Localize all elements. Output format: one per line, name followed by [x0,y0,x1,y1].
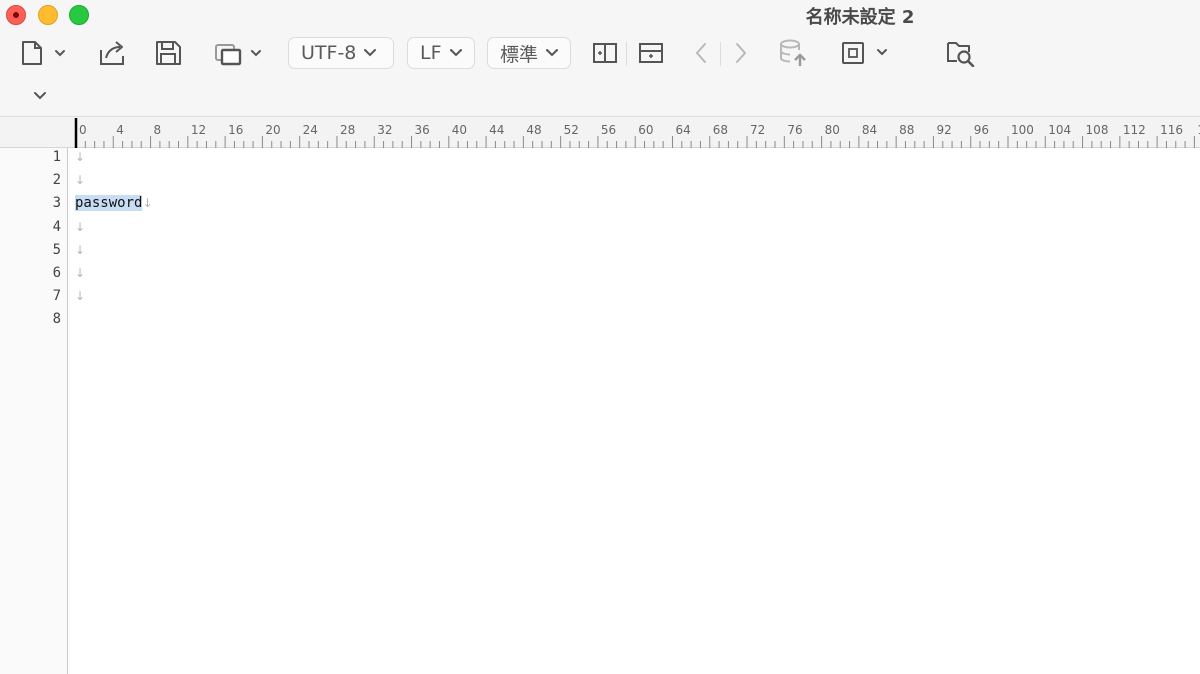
minimize-window-button[interactable] [38,5,58,25]
save-button[interactable] [154,40,182,66]
text-line[interactable]: ↓ [75,149,85,165]
title-bar: 名称未設定 2 UTF-8 LF 標準 [0,0,1200,116]
share-button[interactable] [98,40,128,66]
ruler-label: 44 [489,123,504,137]
text-line[interactable]: ↓ [75,288,85,304]
ruler-label: 4 [116,123,124,137]
syntax-label: 標準 [500,43,539,66]
ruler-label: 40 [452,123,467,137]
chevron-down-icon [546,49,559,57]
ruler-label: 68 [713,123,728,137]
share-icon [100,41,124,65]
text-line[interactable]: ↓ [75,265,85,281]
save-icon [156,41,181,65]
ruler-label: 8 [154,123,162,137]
ruler-label: 56 [601,123,616,137]
line-end-marker: ↓ [75,173,86,188]
ruler-label: 28 [340,123,355,137]
selected-text[interactable]: password [75,195,143,212]
text-editor[interactable]: ↓ ↓ password↓ ↓ ↓ ↓ ↓ [69,148,1200,674]
toolbar-separator [720,42,721,66]
search-document-icon [947,42,975,67]
ruler-label: 0 [79,123,87,137]
line-end-marker: ↓ [75,150,86,164]
split-horizontal-button[interactable] [638,41,664,65]
ruler-label: 108 [1086,123,1109,137]
line-number: 5 [52,241,61,258]
ruler-label: 32 [377,123,392,137]
ruler-label: 76 [787,123,802,137]
ruler-label: 100 [1011,123,1034,137]
line-number: 1 [52,149,61,165]
split-vertical-button[interactable] [592,41,618,65]
database-upload-icon [780,39,806,66]
chevron-down-icon [251,50,261,57]
ruler-label: 80 [825,123,840,137]
ruler-label: 16 [228,123,243,137]
window-title: 名称未設定 2 [805,7,915,28]
chevron-down-icon [877,49,887,56]
line-end-marker: ↓ [142,196,153,211]
zoom-window-button[interactable] [69,5,89,25]
split-vertical-icon [593,43,617,63]
find-button[interactable] [945,39,977,67]
ruler-label: 88 [899,123,914,137]
encoding-popup[interactable]: UTF-8 [288,37,394,69]
text-line[interactable]: password↓ [75,195,153,212]
split-horizontal-icon [639,43,663,63]
ruler-label: 84 [862,123,877,137]
ruler-label: 64 [675,123,690,137]
toolbar-overflow-chevron-icon[interactable] [32,90,48,102]
text-line[interactable]: ↓ [75,219,85,235]
line-end-marker: ↓ [75,289,86,304]
chevron-down-icon [55,50,65,57]
ruler-label: 96 [974,123,989,137]
line-number: 4 [52,218,61,235]
document-icon [22,41,65,65]
line-number: 2 [52,172,61,189]
chevron-left-icon [695,43,706,63]
text-line[interactable]: ↓ [75,172,85,188]
ruler-label: 60 [638,123,653,137]
line-number: 8 [52,311,61,328]
line-end-marker: ↓ [75,242,86,257]
ruler-label: 52 [564,123,579,137]
ruler-label: 36 [415,123,430,137]
new-document-button[interactable] [20,40,70,66]
ruler-label: 12 [191,123,206,137]
database-upload-button[interactable] [778,38,808,68]
line-end-marker: ↓ [75,266,86,280]
line-number: 3 [52,195,61,212]
line-number-gutter: 1 2 3 4 5 6 7 8 [0,148,68,674]
syntax-popup[interactable]: 標準 [487,37,571,69]
line-end-marker: ↓ [75,219,86,234]
line-number: 6 [52,265,61,281]
close-window-button[interactable] [6,5,26,25]
ruler-label: 104 [1048,123,1071,137]
ruler-label: 24 [303,123,318,137]
line-ending-label: LF [420,42,442,64]
chevron-down-icon [364,49,377,57]
back-button[interactable] [690,41,712,65]
chevron-down-icon [449,49,462,57]
ruler-scale: 0 4 8 12 16 20 24 28 32 36 40 44 48 52 56 60 64 68 72 76 80 8… [74,118,1200,148]
ruler-label: 48 [526,123,541,137]
frame-icon [842,42,887,64]
ruler-label: 20 [265,123,280,137]
ruler-label: 116 [1160,123,1183,137]
ruler-label: 72 [750,123,765,137]
toolbar-separator [626,42,627,66]
text-line[interactable]: ↓ [75,242,85,258]
line-ending-popup[interactable]: LF [407,37,475,69]
duplicate-icon [215,44,261,66]
chevron-right-icon [736,43,747,63]
ruler-label: 92 [936,123,951,137]
duplicate-button[interactable] [214,40,266,66]
forward-button[interactable] [730,41,752,65]
ruler-label: 112 [1123,123,1146,137]
frame-button[interactable] [840,41,892,65]
line-number: 7 [52,288,61,305]
encoding-label: UTF-8 [301,42,357,64]
ruler: 0 4 8 12 16 20 24 28 32 36 40 44 48 52 56 60 64 68 72 76 80 8… [0,116,1200,148]
